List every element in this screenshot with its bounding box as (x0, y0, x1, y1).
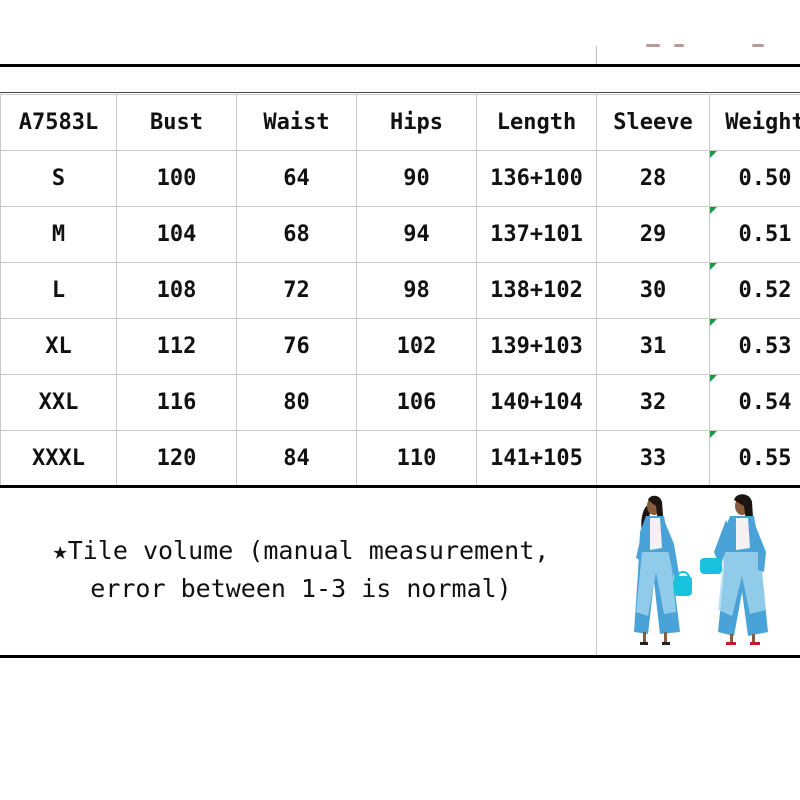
sleeve-cell: 33 (596, 430, 710, 487)
section-divider (0, 485, 800, 488)
hips-cell: 90 (356, 150, 477, 207)
cropped-image-fragment (640, 40, 770, 52)
bottom-border (0, 655, 800, 658)
weight-cell: 0.54 (709, 374, 800, 431)
weight-cell: 0.55 (709, 430, 800, 487)
table-row: L 108 72 98 138+102 30 0.52 (0, 262, 800, 319)
header-cell-length: Length (476, 94, 597, 151)
hips-cell: 110 (356, 430, 477, 487)
header-cell-waist: Waist (236, 94, 357, 151)
table-row: XXXL 120 84 110 141+105 33 0.55 (0, 430, 800, 487)
weight-cell: 0.52 (709, 262, 800, 319)
header-cell-sleeve: Sleeve (596, 94, 710, 151)
measurement-note: ★Tile volume (manual measurement, error … (6, 532, 596, 608)
length-cell: 139+103 (476, 318, 597, 375)
size-chart-table: A7583L Bust Waist Hips Length Sleeve Wei… (0, 94, 800, 487)
table-row: XL 112 76 102 139+103 31 0.53 (0, 318, 800, 375)
bust-cell: 104 (116, 206, 237, 263)
hips-cell: 106 (356, 374, 477, 431)
size-cell: XL (0, 318, 117, 375)
table-row: S 100 64 90 136+100 28 0.50 (0, 150, 800, 207)
bust-cell: 116 (116, 374, 237, 431)
bust-cell: 100 (116, 150, 237, 207)
table-row: M 104 68 94 137+101 29 0.51 (0, 206, 800, 263)
length-cell: 137+101 (476, 206, 597, 263)
table-header-row: A7583L Bust Waist Hips Length Sleeve Wei… (0, 94, 800, 151)
hips-cell: 94 (356, 206, 477, 263)
note-line-1: ★Tile volume (manual measurement, (52, 536, 550, 565)
top-cell-divider (596, 46, 597, 64)
hips-cell: 102 (356, 318, 477, 375)
bust-cell: 112 (116, 318, 237, 375)
note-column-divider (596, 488, 597, 655)
size-cell: M (0, 206, 117, 263)
weight-cell: 0.53 (709, 318, 800, 375)
size-cell: S (0, 150, 117, 207)
sleeve-cell: 30 (596, 262, 710, 319)
sleeve-cell: 29 (596, 206, 710, 263)
size-cell: XXL (0, 374, 117, 431)
header-cell-bust: Bust (116, 94, 237, 151)
length-cell: 136+100 (476, 150, 597, 207)
sleeve-cell: 28 (596, 150, 710, 207)
bust-cell: 108 (116, 262, 237, 319)
hips-cell: 98 (356, 262, 477, 319)
header-cell-hips: Hips (356, 94, 477, 151)
waist-cell: 76 (236, 318, 357, 375)
note-line-2: error between 1-3 is normal) (90, 574, 512, 603)
model-left (634, 495, 692, 645)
size-cell: XXXL (0, 430, 117, 487)
weight-cell: 0.51 (709, 206, 800, 263)
top-border (0, 64, 800, 67)
length-cell: 138+102 (476, 262, 597, 319)
waist-cell: 84 (236, 430, 357, 487)
waist-cell: 72 (236, 262, 357, 319)
waist-cell: 68 (236, 206, 357, 263)
table-row: XXL 116 80 106 140+104 32 0.54 (0, 374, 800, 431)
size-cell: L (0, 262, 117, 319)
sleeve-cell: 31 (596, 318, 710, 375)
weight-cell: 0.50 (709, 150, 800, 207)
sleeve-cell: 32 (596, 374, 710, 431)
header-cell-model: A7583L (0, 94, 117, 151)
model-right (700, 494, 768, 645)
waist-cell: 64 (236, 150, 357, 207)
model-photo (634, 494, 768, 645)
length-cell: 140+104 (476, 374, 597, 431)
waist-cell: 80 (236, 374, 357, 431)
header-cell-weight: Weight (709, 94, 800, 151)
length-cell: 141+105 (476, 430, 597, 487)
bust-cell: 120 (116, 430, 237, 487)
header-top-rule (0, 92, 800, 93)
